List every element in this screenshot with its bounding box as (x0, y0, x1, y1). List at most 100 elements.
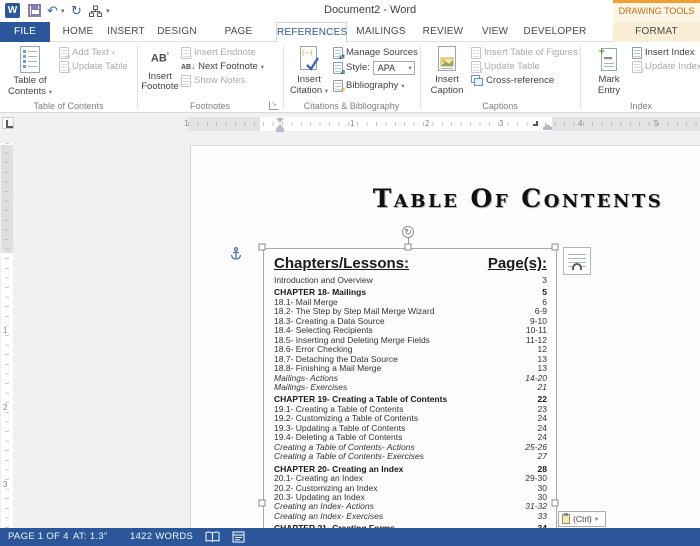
insert-caption-button[interactable]: InsertCaption (426, 45, 468, 96)
show-notes-icon (181, 75, 191, 87)
toc-row[interactable]: Mailings- Exercises21 (274, 383, 547, 392)
rotate-handle[interactable]: ↻ (402, 226, 414, 238)
resize-handle-top-center[interactable] (405, 244, 412, 251)
chevron-down-icon: ▾ (261, 63, 264, 71)
tab-home[interactable]: HOME (56, 22, 100, 42)
drawing-tools-header: DRAWING TOOLS (613, 0, 700, 22)
toc-row[interactable]: Creating a Table of Contents- Exercises2… (274, 452, 547, 461)
chevron-down-icon: ▾ (401, 82, 404, 90)
next-footnote-icon: AB↓ (181, 62, 195, 71)
tab-references[interactable]: REFERENCES (276, 22, 347, 43)
tab-selector-button[interactable] (2, 117, 14, 129)
manage-sources-icon (333, 47, 343, 59)
undo-dropdown-icon[interactable]: ▾ (61, 7, 65, 15)
update-table-icon (471, 61, 481, 73)
resize-handle-top-left[interactable] (259, 244, 266, 251)
update-table-icon (59, 61, 69, 73)
group-label: Footnotes (139, 101, 281, 111)
show-notes-button: Show Notes (181, 74, 245, 87)
redo-icon[interactable]: ↻ (71, 1, 82, 21)
tab-mailings[interactable]: MAILINGS (350, 22, 412, 42)
tab-insert[interactable]: INSERT (103, 22, 149, 42)
toc-textbox[interactable]: Chapters/Lessons: Page(s): Introduction … (263, 248, 557, 528)
smartart-icon[interactable] (89, 5, 102, 18)
ruler-number: 5 (654, 119, 658, 128)
insert-footnote-icon: AB¹ (151, 45, 169, 70)
toc-entry-text: Mailings- Exercises (274, 383, 347, 392)
chevron-down-icon: ▾ (112, 49, 115, 57)
toc-row[interactable]: Introduction and Overview3 (274, 276, 547, 285)
mark-entry-button[interactable]: + MarkEntry (590, 45, 628, 96)
cross-reference-button[interactable]: Cross-reference (471, 74, 554, 87)
svg-text:(−): (−) (302, 49, 313, 57)
tab-design[interactable]: DESIGN (153, 22, 201, 42)
drawing-tools-label: DRAWING TOOLS (613, 6, 700, 16)
group-captions: InsertCaption Insert Table of Figures Up… (422, 42, 578, 112)
bibliography-icon (333, 80, 343, 92)
layout-options-button[interactable] (563, 247, 591, 275)
toc-header: Chapters/Lessons: Page(s): (274, 255, 547, 273)
group-separator (420, 46, 421, 108)
update-table-button: Update Table (59, 60, 128, 73)
document-heading[interactable]: Table Of Contents (191, 184, 700, 213)
insert-endnote-icon (181, 47, 191, 59)
paste-options-button[interactable]: (Ctrl) ▾ (558, 511, 606, 527)
paste-options-label: (Ctrl) (573, 514, 592, 524)
word-logo-icon: W (5, 3, 20, 18)
macro-recording-icon[interactable] (232, 531, 245, 543)
resize-handle-middle-left[interactable] (259, 500, 266, 507)
undo-icon[interactable]: ↶ (47, 1, 58, 21)
group-index: + MarkEntry Insert Index Update Index In… (582, 42, 700, 112)
group-label: Table of Contents (2, 101, 135, 111)
group-label: Index (582, 101, 700, 111)
next-footnote-button[interactable]: AB↓ Next Footnote ▾ (181, 60, 264, 73)
left-indent-marker[interactable] (276, 129, 284, 132)
update-index-button: Update Index (632, 60, 700, 73)
toc-entry-page: 33 (532, 512, 547, 521)
status-position-indicator[interactable]: AT: 1.3" (73, 528, 108, 546)
svg-text:+: + (598, 47, 606, 57)
ruler-number: 2 (425, 119, 429, 128)
horizontal-ruler[interactable]: 112345 (188, 117, 700, 131)
insert-endnote-button: Insert Endnote (181, 46, 256, 59)
insert-index-button[interactable]: Insert Index (632, 46, 695, 59)
first-line-indent-marker[interactable] (276, 118, 284, 123)
tab-page-layout[interactable]: PAGE LAYOUT (204, 22, 273, 42)
anchor-icon[interactable] (230, 247, 242, 266)
clipboard-icon (562, 514, 570, 524)
manage-sources-button[interactable]: Manage Sources (333, 46, 418, 59)
status-word-count[interactable]: 1422 WORDS (130, 528, 193, 546)
ribbon-tab-row: FILE HOMEINSERTDESIGNPAGE LAYOUTREFERENCE… (0, 22, 700, 42)
qat-customize-icon[interactable]: ▾ (106, 7, 110, 15)
status-page-indicator[interactable]: PAGE 1 OF 4 (8, 528, 69, 546)
toc-entry-page: 27 (532, 452, 547, 461)
group-separator (283, 46, 284, 108)
layout-options-icon (568, 254, 586, 270)
resize-handle-middle-right[interactable] (552, 500, 559, 507)
proofing-status-icon[interactable] (205, 531, 220, 543)
tab-review[interactable]: REVIEW (416, 22, 470, 42)
update-index-icon (632, 61, 642, 73)
right-tab-stop-marker[interactable] (533, 121, 538, 126)
insert-citation-button[interactable]: (−) Insert Citation ▾ (287, 45, 331, 97)
group-citations-bibliography: (−) Insert Citation ▾ Manage Sources Sty… (285, 42, 418, 112)
tab-developer[interactable]: DEVELOPER (520, 22, 590, 42)
insert-footnote-button[interactable]: AB¹ InsertFootnote (141, 45, 179, 93)
tab-view[interactable]: VIEW (473, 22, 517, 42)
footnotes-dialog-launcher-icon[interactable]: ↘ (269, 101, 278, 110)
ruler-number: 3 (3, 480, 7, 489)
resize-handle-top-right[interactable] (552, 244, 559, 251)
tab-file[interactable]: FILE (0, 22, 50, 42)
save-icon[interactable] (28, 4, 41, 17)
style-combobox[interactable]: APA ▾ (373, 61, 415, 75)
vertical-ruler[interactable]: 123 (1, 143, 13, 528)
toc-header-left: Chapters/Lessons: (274, 255, 409, 273)
insert-citation-icon: (−) (297, 45, 321, 73)
toc-entry-page: 3 (536, 276, 547, 285)
tab-format[interactable]: FORMAT (613, 22, 700, 42)
document-page[interactable]: Table Of Contents Chapters/Lessons: Page… (190, 145, 700, 528)
ruler-ticks (188, 122, 700, 126)
toc-row[interactable]: Creating an Index- Exercises33 (274, 512, 547, 521)
bibliography-button[interactable]: Bibliography ▾ (333, 79, 405, 92)
table-of-contents-button[interactable]: Table of Contents ▾ (7, 45, 53, 98)
